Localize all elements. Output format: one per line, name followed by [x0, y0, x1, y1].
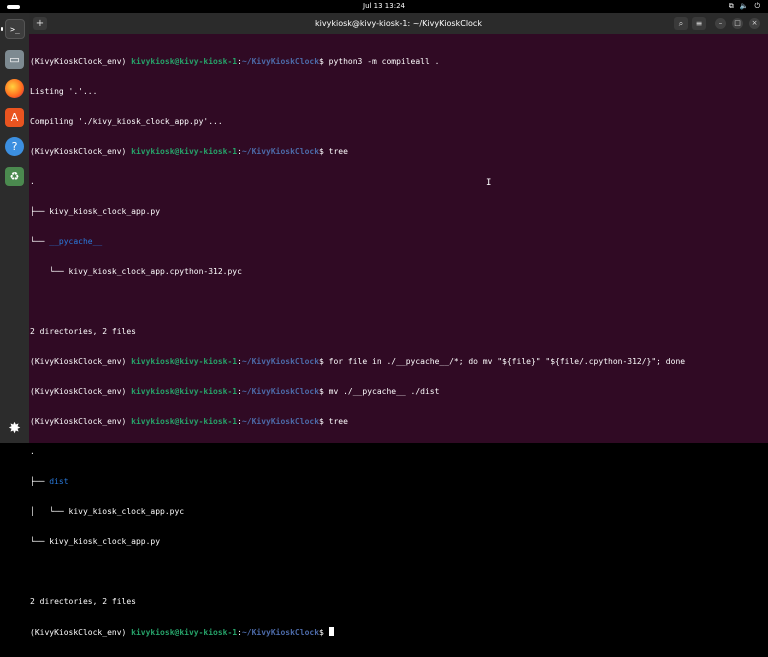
show-apps-icon[interactable]: ✸ — [6, 420, 23, 437]
prompt-env: (KivyKioskClock_env) — [30, 628, 132, 637]
search-icon[interactable]: ⌕ — [674, 17, 688, 30]
app-center-icon[interactable]: A — [5, 108, 24, 127]
window-title: kivykiosk@kivy-kiosk-1: ~/KivyKioskClock — [315, 19, 482, 28]
top-bar: Jul 13 13:24 ⧉ 🔈 ⏻ — [0, 0, 768, 13]
minimize-button[interactable]: – — [715, 18, 726, 29]
prompt-env: (KivyKioskClock_env) — [30, 417, 132, 426]
terminal-window: + kivykiosk@kivy-kiosk-1: ~/KivyKioskClo… — [29, 13, 768, 637]
title-bar[interactable]: + kivykiosk@kivy-kiosk-1: ~/KivyKioskClo… — [29, 13, 768, 34]
prompt-path: ~/KivyKioskClock — [241, 387, 320, 396]
clock[interactable]: Jul 13 13:24 — [0, 1, 768, 11]
tree-directory: dist — [49, 477, 69, 486]
prompt-line: (KivyKioskClock_env) kivykiosk@kivy-kios… — [30, 417, 765, 427]
prompt-dollar: $ — [319, 628, 329, 637]
prompt-user: kivykiosk@kivy-kiosk-1 — [131, 387, 238, 396]
command: tree — [328, 147, 348, 156]
prompt-dollar: $ — [319, 57, 329, 66]
tree-entry: ├── kivy_kiosk_clock_app.py — [30, 207, 161, 216]
prompt-user: kivykiosk@kivy-kiosk-1 — [131, 147, 238, 156]
dock: >_ ▭ A ? ♻ ✸ — [0, 13, 29, 443]
prompt-line: (KivyKioskClock_env) kivykiosk@kivy-kios… — [30, 627, 765, 637]
prompt-dollar: $ — [319, 147, 329, 156]
text-cursor — [328, 627, 334, 636]
command: for file in ./__pycache__/*; do mv "${fi… — [328, 357, 686, 366]
tree-branch: └── — [30, 237, 50, 246]
sound-icon: 🔈 — [739, 2, 749, 10]
prompt-path: ~/KivyKioskClock — [241, 417, 320, 426]
tree-entry: └── kivy_kiosk_clock_app.py — [30, 537, 161, 546]
prompt-line: (KivyKioskClock_env) kivykiosk@kivy-kios… — [30, 57, 765, 67]
prompt-user: kivykiosk@kivy-kiosk-1 — [131, 628, 238, 637]
tree-entry: └── __pycache__ — [30, 237, 765, 247]
help-icon[interactable]: ? — [5, 137, 24, 156]
prompt-user: kivykiosk@kivy-kiosk-1 — [131, 417, 238, 426]
prompt-line: (KivyKioskClock_env) kivykiosk@kivy-kios… — [30, 357, 765, 367]
firefox-icon[interactable] — [5, 79, 24, 98]
menu-icon[interactable]: ≡ — [692, 17, 706, 30]
prompt-line: (KivyKioskClock_env) kivykiosk@kivy-kios… — [30, 147, 765, 157]
mouse-ibeam-icon: I — [486, 178, 492, 188]
tree-root: . — [30, 447, 35, 456]
prompt-user: kivykiosk@kivy-kiosk-1 — [131, 357, 238, 366]
tree-branch: ├── — [30, 477, 50, 486]
power-icon: ⏻ — [754, 2, 760, 10]
close-button[interactable]: × — [749, 18, 760, 29]
prompt-path: ~/KivyKioskClock — [241, 628, 320, 637]
prompt-path: ~/KivyKioskClock — [241, 357, 320, 366]
prompt-path: ~/KivyKioskClock — [241, 147, 320, 156]
running-indicator — [1, 27, 3, 31]
tree-summary: 2 directories, 2 files — [30, 327, 136, 336]
command: tree — [328, 417, 348, 426]
prompt-env: (KivyKioskClock_env) — [30, 57, 132, 66]
prompt-dollar: $ — [319, 417, 329, 426]
prompt-dollar: $ — [319, 387, 329, 396]
prompt-line: (KivyKioskClock_env) kivykiosk@kivy-kios… — [30, 387, 765, 397]
tree-entry: └── kivy_kiosk_clock_app.cpython-312.pyc — [30, 267, 242, 276]
tree-directory: __pycache__ — [49, 237, 103, 246]
prompt-dollar: $ — [319, 357, 329, 366]
terminal-icon[interactable]: >_ — [5, 19, 25, 39]
prompt-path: ~/KivyKioskClock — [241, 57, 320, 66]
files-icon[interactable]: ▭ — [5, 50, 24, 69]
prompt-user: kivykiosk@kivy-kiosk-1 — [131, 57, 238, 66]
prompt-env: (KivyKioskClock_env) — [30, 387, 132, 396]
maximize-button[interactable]: □ — [732, 18, 743, 29]
prompt-env: (KivyKioskClock_env) — [30, 147, 132, 156]
tree-summary: 2 directories, 2 files — [30, 597, 136, 606]
prompt-env: (KivyKioskClock_env) — [30, 357, 132, 366]
terminal-output[interactable]: (KivyKioskClock_env) kivykiosk@kivy-kios… — [30, 37, 765, 637]
tree-entry: │ └── kivy_kiosk_clock_app.pyc — [30, 507, 185, 516]
system-tray[interactable]: ⧉ 🔈 ⏻ — [729, 1, 760, 11]
tree-root: . — [30, 177, 35, 186]
output-line: Compiling './kivy_kiosk_clock_app.py'... — [30, 117, 223, 126]
output-line: Listing '.'... — [30, 87, 98, 96]
network-icon: ⧉ — [728, 2, 734, 10]
command: mv ./__pycache__ ./dist — [328, 387, 440, 396]
tree-entry: ├── dist — [30, 477, 765, 487]
trash-icon[interactable]: ♻ — [5, 167, 24, 186]
command: python3 -m compileall . — [328, 57, 440, 66]
